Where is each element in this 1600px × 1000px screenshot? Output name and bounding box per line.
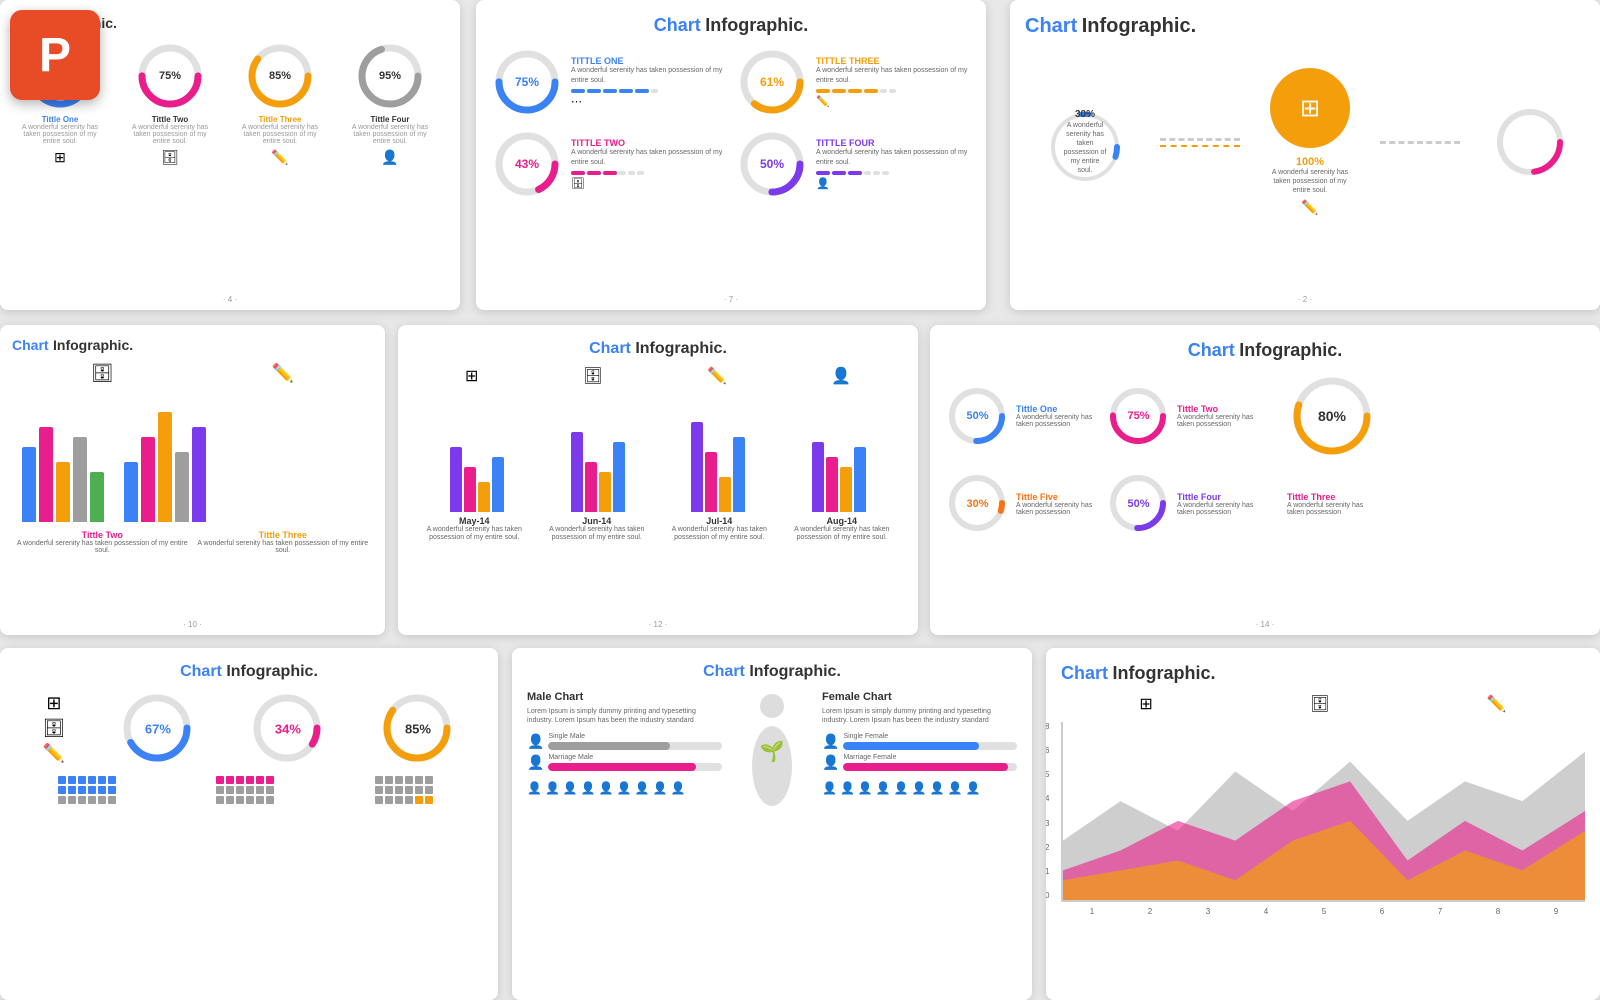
slide2-item-4: 50% TITTLE FOUR A wonderful serenity has… — [736, 128, 971, 200]
slide6-top-row: 50% Tittle One A wonderful serenity has … — [945, 371, 1585, 461]
slide4-barchart — [12, 392, 373, 522]
slide5-months: May-14 A wonderful serenity has taken po… — [413, 516, 903, 543]
slide9-icons: ⊞ 🗄 ✏️ — [1061, 694, 1585, 714]
slide8-title: Chart Infographic. — [527, 663, 1017, 681]
slide1-page: · 4 · — [223, 295, 237, 304]
slide7-dotgrids — [15, 776, 483, 804]
slide3-title: Chart Infographic. — [1025, 15, 1585, 38]
powerpoint-logo: P — [10, 10, 100, 100]
slide7-circles: ⊞ 🗄 ✏️ 67% 34% — [15, 691, 483, 766]
gauge-4: 95% Tittle Four A wonderful serenity has… — [345, 41, 435, 166]
gauge-3: 85% Tittle Three A wonderful serenity ha… — [235, 41, 325, 166]
slide5-page: · 12 · — [649, 620, 668, 629]
slide-7: Chart Infographic. ⊞ 🗄 ✏️ 67% — [0, 648, 498, 1000]
slide2-item-1: 75% TITTLE ONE A wonderful serenity has … — [491, 46, 726, 118]
slide-9: Chart Infographic. ⊞ 🗄 ✏️ 8 6 5 4 3 2 1 … — [1046, 648, 1600, 1000]
gauge-2: 75% Tittle Two A wonderful serenity has … — [125, 41, 215, 166]
slide2-item-2: 61% TITTLE THREE A wonderful serenity ha… — [736, 46, 971, 118]
slide9-chart: 8 6 5 4 3 2 1 0 1 2 3 — [1061, 722, 1585, 902]
slide-3: Chart Infographic. 30% A wonderful seren… — [1010, 0, 1600, 310]
slide2-items: 75% TITTLE ONE A wonderful serenity has … — [491, 46, 971, 200]
slide6-title: Chart Infographic. — [945, 340, 1585, 361]
slide5-title: Chart Infographic. — [413, 340, 903, 358]
logo-letter: P — [39, 28, 71, 83]
slide2-title: Chart Infographic. — [491, 15, 971, 36]
slide3-page: · 2 · — [1298, 295, 1312, 304]
slide6-page: · 14 · — [1256, 620, 1275, 629]
slide5-icons: ⊞ 🗄 ✏️ 👤 — [413, 366, 903, 386]
slide4-icons: 🗄 ✏️ — [12, 363, 373, 384]
slide2-page: · 7 · — [724, 295, 738, 304]
slide5-barchart — [413, 392, 903, 512]
slide8-body: Male Chart Lorem Ipsum is simply dummy p… — [527, 691, 1017, 811]
slide-5: Chart Infographic. ⊞ 🗄 ✏️ 👤 — [398, 325, 918, 635]
slide8-male: Male Chart Lorem Ipsum is simply dummy p… — [527, 691, 722, 811]
slide3-items: 30% A wonderful serenity has taken posse… — [1025, 68, 1585, 216]
slide-2: Chart Infographic. 75% TITTLE ONE A wond… — [476, 0, 986, 310]
slide9-title: Chart Infographic. — [1061, 663, 1585, 684]
slide4-labels: Tittle Two A wonderful serenity has take… — [12, 530, 373, 554]
slide-6: Chart Infographic. 50% Tittle One A wond… — [930, 325, 1600, 635]
slide7-title: Chart Infographic. — [15, 663, 483, 681]
slide4-title: Chart Infographic. — [12, 337, 373, 355]
slide-8: Chart Infographic. Male Chart Lorem Ipsu… — [512, 648, 1032, 1000]
slide4-page: · 10 · — [183, 620, 202, 629]
slide-4: Chart Infographic. 🗄 ✏️ — [0, 325, 385, 635]
slide2-item-3: 43% TITTLE TWO A wonderful serenity has … — [491, 128, 726, 200]
slide6-bottom-row: 30% Tittle Five A wonderful serenity has… — [945, 471, 1585, 536]
slide8-female: Female Chart Lorem Ipsum is simply dummy… — [822, 691, 1017, 811]
